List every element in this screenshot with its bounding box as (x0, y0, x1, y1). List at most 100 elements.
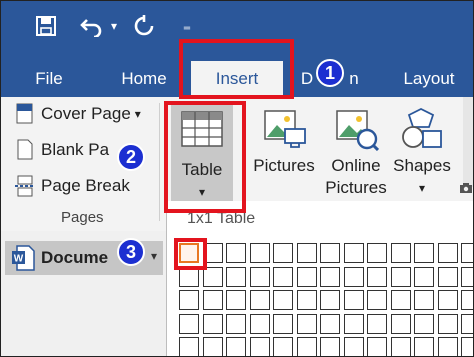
table-grid-cell[interactable] (343, 290, 364, 310)
table-grid-cell[interactable] (320, 290, 340, 310)
blank-page-icon (15, 139, 35, 161)
table-grid-cell[interactable] (296, 266, 317, 287)
table-grid-cell[interactable] (461, 290, 473, 310)
table-grid-cell[interactable] (273, 266, 293, 287)
table-grid-cell[interactable] (273, 243, 293, 263)
ribbon-scroll-edge (463, 97, 473, 187)
table-grid-cell[interactable] (249, 337, 270, 356)
table-grid-cell[interactable] (343, 313, 364, 334)
table-grid-cell[interactable] (461, 313, 473, 334)
table-grid-cell[interactable] (179, 313, 199, 334)
word-window: ▾ ₌ File Home Insert D n Layout Cover Pa… (0, 0, 474, 357)
table-grid-cell[interactable] (437, 290, 458, 310)
customize-qat-icon[interactable]: ₌ (177, 11, 197, 41)
table-grid-cell[interactable] (179, 290, 199, 310)
table-grid-cell[interactable] (437, 313, 458, 334)
table-grid-cell[interactable] (226, 313, 246, 334)
step-1-badge: 1 (316, 59, 344, 87)
pictures-button[interactable]: Pictures (251, 103, 317, 177)
table-grid-cell[interactable] (320, 337, 340, 356)
blank-page-button[interactable]: Blank Pa (15, 137, 109, 163)
table-grid-cell[interactable] (249, 243, 270, 263)
page-break-label: Page Break (41, 176, 130, 195)
shapes-dropdown-icon: ▾ (418, 181, 426, 195)
camera-icon[interactable] (459, 181, 473, 193)
tab-home[interactable]: Home (105, 61, 183, 97)
table-grid-cell[interactable] (390, 337, 411, 356)
page-break-icon (15, 175, 35, 197)
table-grid-cell[interactable] (296, 337, 317, 356)
tab-layout[interactable]: Layout (389, 61, 469, 97)
table-grid-cell[interactable] (437, 266, 458, 287)
table-grid-cell[interactable] (461, 337, 473, 356)
table-grid-cell[interactable] (320, 266, 340, 287)
cover-page-button[interactable]: Cover Page ▾ (15, 101, 141, 127)
online-pictures-label-line1: Online (331, 156, 381, 175)
online-pictures-button[interactable]: Online Pictures (325, 103, 387, 199)
tab-design-partial[interactable]: D (295, 61, 319, 97)
table-grid-cell[interactable] (437, 243, 458, 263)
table-grid-cell[interactable] (202, 313, 223, 334)
table-grid-cell[interactable] (226, 290, 246, 310)
table-grid-cell[interactable] (202, 337, 223, 356)
cover-page-icon (15, 103, 35, 125)
step-3-badge: 3 (117, 238, 145, 266)
table-grid-cell[interactable] (367, 266, 387, 287)
table-grid-cell[interactable] (273, 337, 293, 356)
redo-icon[interactable] (129, 11, 159, 41)
table-grid-cell[interactable] (414, 266, 434, 287)
cover-page-dropdown-icon: ▾ (134, 107, 141, 121)
table-grid-cell[interactable] (367, 243, 387, 263)
insert-tab-highlight (179, 39, 294, 99)
table-grid-cell[interactable] (226, 337, 246, 356)
pictures-label: Pictures (253, 156, 315, 175)
table-grid-cell[interactable] (273, 290, 293, 310)
table-grid-cell[interactable] (296, 313, 317, 334)
table-grid-cell[interactable] (414, 313, 434, 334)
table-grid-cell[interactable] (414, 290, 434, 310)
table-grid-cell[interactable] (273, 313, 293, 334)
group-divider (159, 103, 160, 221)
table-grid-cell[interactable] (249, 290, 270, 310)
document-name: Docume (41, 248, 109, 267)
table-grid-cell[interactable] (249, 313, 270, 334)
document-dropdown-icon[interactable]: ▾ (151, 249, 157, 263)
table-grid-cell[interactable] (226, 243, 246, 263)
table-grid-cell[interactable] (414, 243, 434, 263)
undo-icon[interactable] (77, 11, 107, 41)
table-grid-cell[interactable] (367, 313, 387, 334)
save-icon[interactable] (29, 11, 63, 41)
table-button-highlight (164, 101, 246, 213)
table-grid-cell[interactable] (343, 266, 364, 287)
table-grid-cell[interactable] (249, 266, 270, 287)
shapes-button[interactable]: Shapes ▾ (391, 103, 453, 199)
shapes-icon (399, 107, 445, 151)
table-grid-cell[interactable] (390, 290, 411, 310)
table-grid-cell[interactable] (367, 337, 387, 356)
table-grid-cell[interactable] (461, 266, 473, 287)
word-doc-icon: W (11, 245, 35, 271)
online-pictures-icon (333, 107, 380, 152)
table-grid-cell[interactable] (390, 243, 411, 263)
table-grid-cell[interactable] (367, 290, 387, 310)
table-grid-cell[interactable] (343, 337, 364, 356)
tab-design-partial-end[interactable]: n (345, 61, 363, 97)
table-grid-cell[interactable] (320, 243, 340, 263)
tab-file[interactable]: File (21, 61, 77, 97)
table-grid-cell[interactable] (390, 313, 411, 334)
table-grid-cell[interactable] (320, 313, 340, 334)
table-grid-cell[interactable] (343, 243, 364, 263)
table-grid-cell[interactable] (202, 290, 223, 310)
table-grid-cell[interactable] (226, 266, 246, 287)
shapes-label: Shapes (393, 156, 451, 175)
table-grid-cell[interactable] (296, 243, 317, 263)
table-grid-cell[interactable] (179, 337, 199, 356)
table-grid-cell[interactable] (461, 243, 473, 263)
undo-dropdown-icon[interactable]: ▾ (107, 11, 121, 41)
table-grid-cell[interactable] (414, 337, 434, 356)
cover-page-label: Cover Page (41, 104, 131, 123)
page-break-button[interactable]: Page Break (15, 173, 130, 199)
table-grid-cell[interactable] (296, 290, 317, 310)
table-grid-cell[interactable] (390, 266, 411, 287)
table-grid-cell[interactable] (437, 337, 458, 356)
